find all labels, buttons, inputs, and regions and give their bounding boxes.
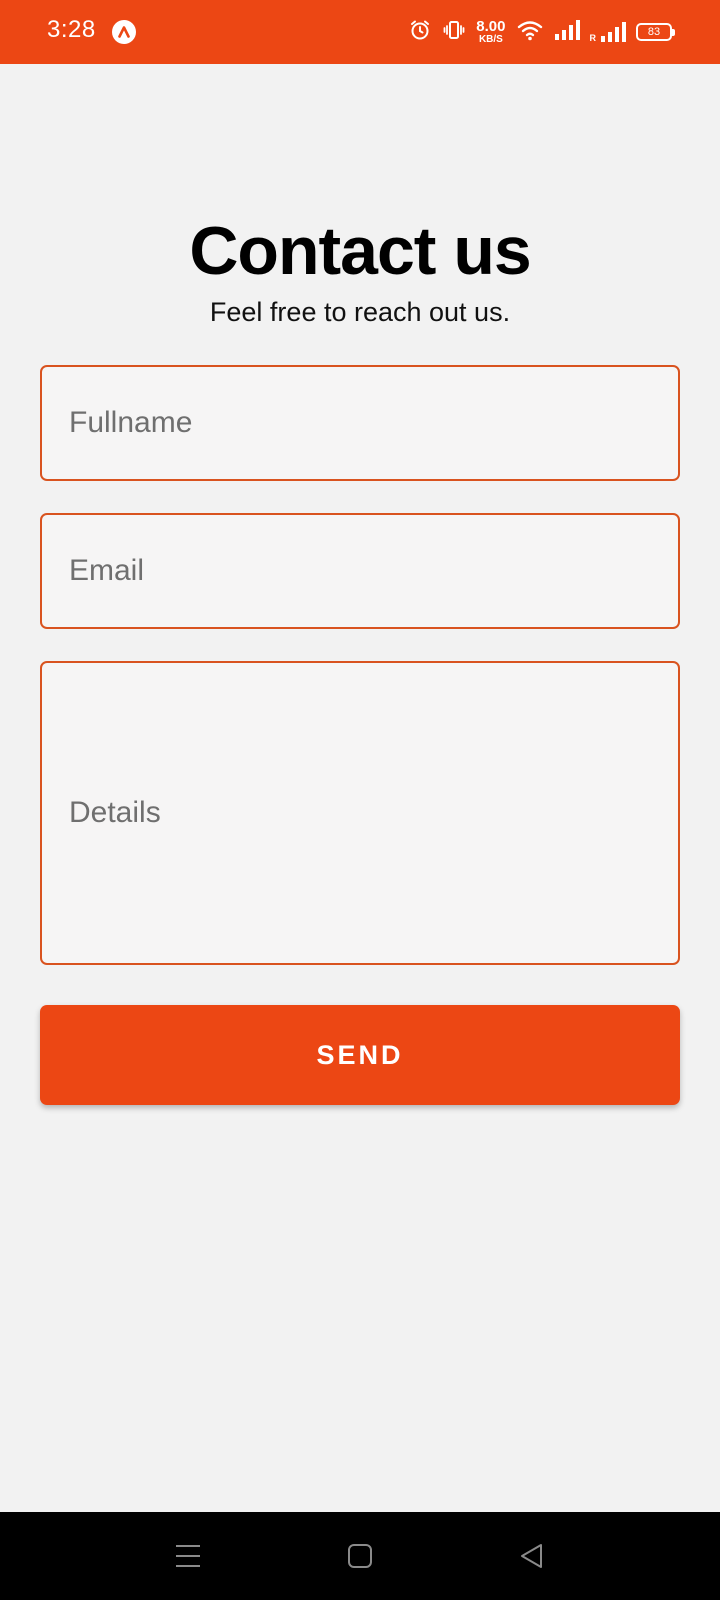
email-input[interactable]: Email bbox=[40, 513, 680, 629]
send-button-label: SEND bbox=[316, 1039, 404, 1070]
status-time: 3:28 bbox=[47, 16, 96, 43]
alarm-icon bbox=[408, 18, 432, 47]
details-placeholder: Details bbox=[69, 796, 161, 829]
menu-icon[interactable] bbox=[170, 1538, 206, 1574]
signal-icon bbox=[554, 19, 580, 46]
fullname-input[interactable]: Fullname bbox=[40, 365, 680, 481]
email-placeholder: Email bbox=[69, 554, 145, 587]
vibrate-icon bbox=[442, 18, 466, 47]
battery-level: 83 bbox=[647, 26, 661, 38]
send-button[interactable]: SEND bbox=[40, 1005, 680, 1105]
page-subtitle: Feel free to reach out us. bbox=[209, 297, 511, 327]
network-speed: 8.00 KB/S bbox=[476, 19, 505, 45]
page-title: Contact us bbox=[189, 213, 531, 289]
network-speed-value: 8.00 bbox=[476, 18, 506, 35]
wifi-icon bbox=[516, 18, 544, 47]
system-nav-bar bbox=[0, 1512, 720, 1600]
status-icons: 8.00 KB/S R 83 bbox=[408, 14, 676, 50]
home-icon[interactable] bbox=[342, 1538, 378, 1574]
details-textarea[interactable]: Details bbox=[40, 661, 680, 965]
battery-icon: 83 bbox=[636, 23, 675, 41]
app-badge-icon bbox=[112, 20, 136, 44]
roaming-label: R bbox=[589, 33, 597, 43]
network-speed-unit: KB/S bbox=[478, 34, 503, 45]
signal-roaming-icon: R bbox=[589, 21, 626, 43]
status-bar: 3:28 8.00 KB/S R 83 bbox=[0, 0, 720, 64]
back-icon[interactable] bbox=[514, 1538, 550, 1574]
fullname-placeholder: Fullname bbox=[69, 406, 193, 439]
